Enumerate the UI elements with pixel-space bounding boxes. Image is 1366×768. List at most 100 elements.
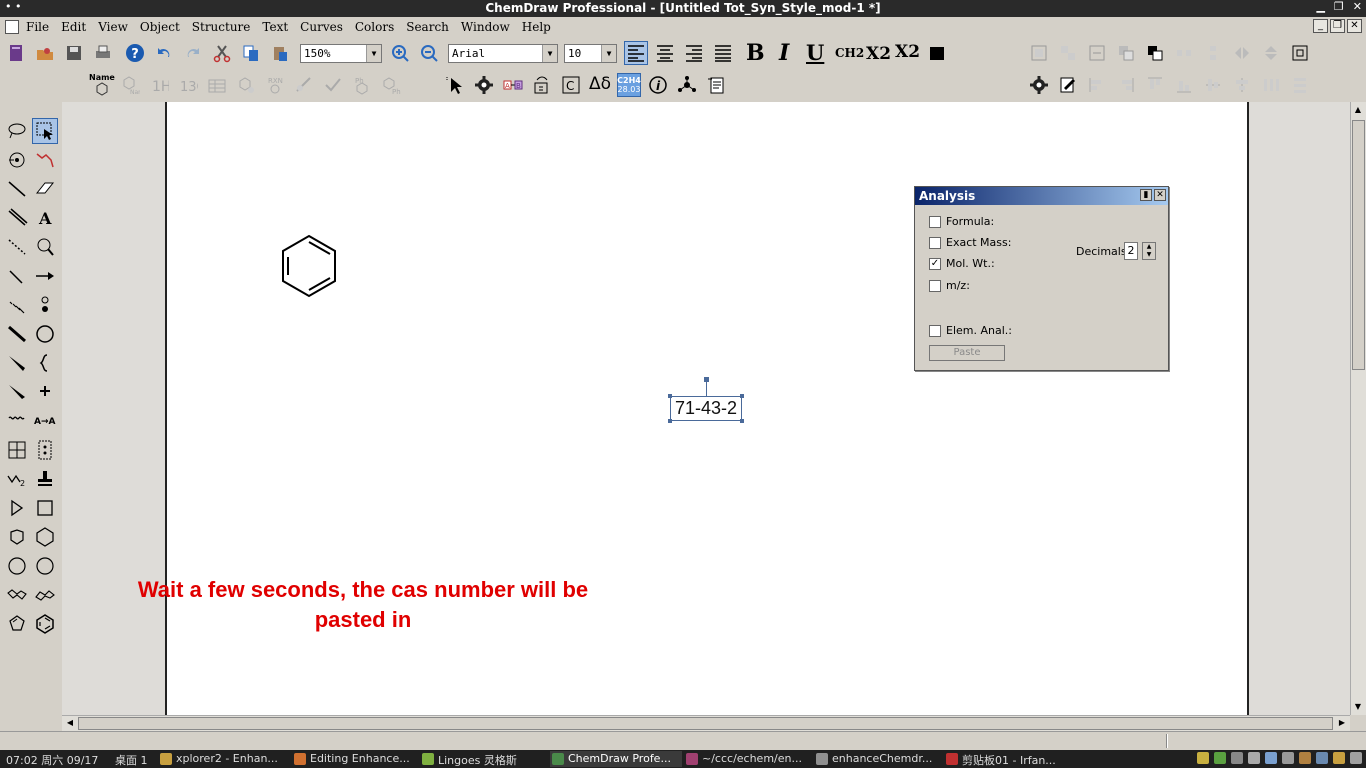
tray-app-icon[interactable] — [1197, 752, 1209, 764]
chevron-down-icon[interactable]: ▼ — [542, 45, 557, 62]
scroll-up-icon[interactable]: ▲ — [1351, 103, 1365, 117]
benzene-tool-icon[interactable] — [32, 611, 58, 637]
justify-icon[interactable] — [711, 41, 735, 65]
menu-structure[interactable]: Structure — [192, 20, 251, 34]
menu-colors[interactable]: Colors — [355, 20, 394, 34]
menu-file[interactable]: File — [26, 20, 49, 34]
text-tool-icon[interactable]: A — [32, 205, 58, 231]
decimals-stepper[interactable]: ▲ ▼ — [1142, 242, 1156, 260]
hashed-bond-tool-icon[interactable] — [4, 263, 30, 289]
tray-h-icon[interactable] — [1214, 752, 1226, 764]
task-lingoes[interactable]: Lingoes 灵格斯 — [420, 751, 548, 767]
formula-style-button[interactable]: CH2 — [835, 46, 864, 60]
distribute-vertical-2-icon[interactable] — [1288, 73, 1312, 97]
group-icon[interactable] — [1027, 41, 1051, 65]
mz-row[interactable]: m/z: — [929, 279, 970, 292]
resize-handle[interactable] — [740, 419, 744, 423]
analysis-title-bar[interactable]: Analysis ▮ ✕ — [915, 187, 1168, 205]
gear-icon[interactable] — [472, 73, 496, 97]
mdi-minimize-icon[interactable]: _ — [1313, 19, 1328, 33]
distribute-horizontal-icon[interactable] — [1259, 73, 1283, 97]
scroll-right-icon[interactable]: ▶ — [1335, 716, 1349, 730]
structure-to-name-icon[interactable]: Name — [118, 73, 142, 97]
tray-cloud-icon[interactable] — [1265, 752, 1277, 764]
chevron-down-icon[interactable]: ▼ — [601, 45, 616, 62]
horizontal-scroll-thumb[interactable] — [78, 717, 1333, 730]
send-back-icon[interactable] — [1143, 41, 1167, 65]
exact-mass-row[interactable]: Exact Mass: — [929, 236, 1011, 249]
task-editing-enhance[interactable]: Editing Enhance... — [292, 751, 416, 767]
arrow-tool-icon[interactable] — [32, 263, 58, 289]
menu-help[interactable]: Help — [522, 20, 551, 34]
menu-view[interactable]: View — [98, 20, 128, 34]
crop-icon[interactable] — [1288, 41, 1312, 65]
mdi-close-icon[interactable]: ✕ — [1347, 19, 1362, 33]
bold-bond-tool-icon[interactable] — [4, 321, 30, 347]
copy-icon[interactable] — [239, 41, 263, 65]
c13-predict-icon[interactable]: C — [559, 73, 583, 97]
mol-wt-checkbox[interactable]: ✓ — [929, 257, 941, 270]
redo-icon[interactable] — [181, 41, 205, 65]
task-terminal[interactable]: ~/ccc/echem/en... — [684, 751, 810, 767]
chain-tool-icon[interactable] — [32, 147, 58, 173]
underline-button[interactable]: U — [806, 40, 824, 65]
orbital-tool-icon[interactable] — [32, 292, 58, 318]
pen-tool-icon[interactable] — [32, 234, 58, 260]
delta-button[interactable]: Δδ — [589, 74, 611, 94]
double-bond-tool-icon[interactable] — [4, 205, 30, 231]
chair-1-tool-icon[interactable] — [4, 582, 30, 608]
flip-vertical-icon[interactable] — [1259, 41, 1283, 65]
subscript-button[interactable]: X2 — [866, 44, 891, 64]
undo-icon[interactable] — [152, 41, 176, 65]
align-vertical-centers-icon[interactable] — [1201, 73, 1225, 97]
cyclooctane-tool-icon[interactable] — [4, 553, 30, 579]
mol-wt-row[interactable]: ✓ Mol. Wt.: — [929, 257, 995, 270]
molecule-3d-icon[interactable] — [675, 73, 699, 97]
check-structure-icon[interactable] — [321, 73, 345, 97]
select-pointer-icon[interactable] — [443, 73, 467, 97]
pin-icon[interactable]: ▮ — [1140, 189, 1152, 201]
bring-front-icon[interactable] — [1114, 41, 1138, 65]
single-bond-tool-icon[interactable] — [4, 176, 30, 202]
benzene-structure[interactable] — [280, 234, 338, 298]
h-nmr-icon[interactable]: 1H — [147, 73, 171, 97]
spectrum-icon[interactable] — [530, 73, 554, 97]
align-left-icon[interactable] — [624, 41, 648, 65]
help-icon[interactable]: ? — [123, 41, 147, 65]
formula-checkbox[interactable] — [929, 215, 941, 228]
settings-gear-icon[interactable] — [1027, 73, 1051, 97]
tray-network-icon[interactable] — [1231, 752, 1243, 764]
document-icon[interactable] — [5, 20, 19, 34]
resize-handle[interactable] — [740, 394, 744, 398]
formula-row[interactable]: Formula: — [929, 215, 994, 228]
align-horizontal-centers-icon[interactable] — [1230, 73, 1254, 97]
cycloheptane-tool-icon[interactable] — [32, 553, 58, 579]
tray-volume-icon[interactable] — [1282, 752, 1294, 764]
exact-mass-checkbox[interactable] — [929, 236, 941, 249]
vertical-scrollbar[interactable]: ▲ ▼ — [1350, 102, 1366, 715]
reaction-mapping-tool-icon[interactable]: A→A — [32, 408, 58, 434]
wedge-bond-2-tool-icon[interactable] — [4, 379, 30, 405]
hashed-wedge-tool-icon[interactable] — [4, 292, 30, 318]
charge-tool-icon[interactable] — [32, 379, 58, 405]
clean-icon[interactable] — [292, 73, 316, 97]
pentagon-ring-tool-icon[interactable] — [4, 524, 30, 550]
align-center-icon[interactable] — [653, 41, 677, 65]
a-to-b-icon[interactable]: AB — [501, 73, 525, 97]
cyclopentadiene-tool-icon[interactable] — [4, 611, 30, 637]
mz-checkbox[interactable] — [929, 279, 941, 292]
resize-handle[interactable] — [668, 394, 672, 398]
tray-power-icon[interactable] — [1350, 752, 1362, 764]
vertical-scroll-thumb[interactable] — [1352, 120, 1365, 370]
chevron-down-icon[interactable]: ▼ — [366, 45, 381, 62]
chair-2-tool-icon[interactable] — [32, 582, 58, 608]
flip-horizontal-icon[interactable] — [1230, 41, 1254, 65]
ungroup-icon[interactable] — [1056, 41, 1080, 65]
dashed-bond-tool-icon[interactable] — [4, 234, 30, 260]
document-settings-icon[interactable] — [704, 73, 728, 97]
tray-user-icon[interactable] — [1316, 752, 1328, 764]
menu-window[interactable]: Window — [461, 20, 510, 34]
menu-text[interactable]: Text — [262, 20, 288, 34]
menu-object[interactable]: Object — [140, 20, 180, 34]
align-top-edges-icon[interactable] — [1143, 73, 1167, 97]
